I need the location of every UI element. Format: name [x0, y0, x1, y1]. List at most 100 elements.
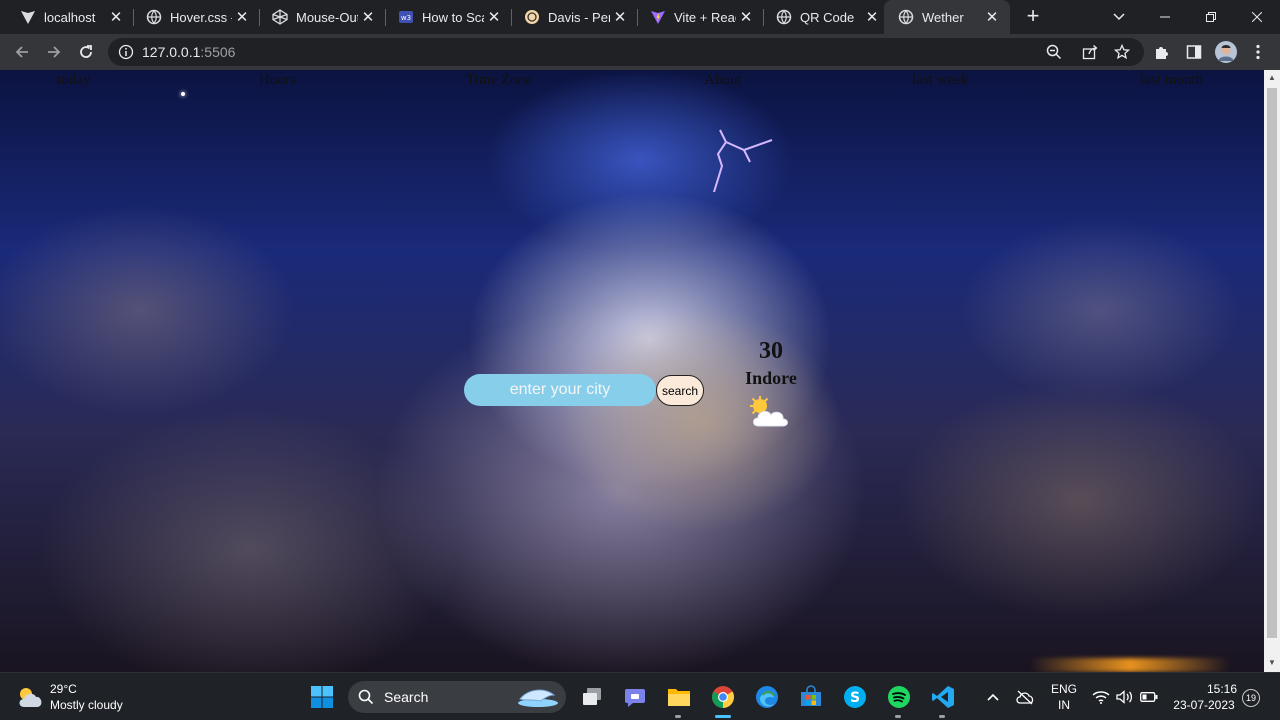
- taskbar-search-label: Search: [384, 689, 429, 705]
- city-lights-glow: [1030, 658, 1230, 672]
- side-panel-icon[interactable]: [1182, 40, 1206, 64]
- spotify-icon[interactable]: [885, 683, 913, 711]
- reload-button[interactable]: [74, 40, 98, 64]
- windows-start-icon[interactable]: [308, 683, 336, 711]
- tab-title: Vite + Reac: [674, 9, 736, 25]
- search-button[interactable]: search: [656, 375, 704, 406]
- file-explorer-icon[interactable]: [665, 683, 693, 711]
- tab-title: Mouse-Out: [296, 9, 358, 25]
- browser-tab-strip: localhost ✕ Hover.css - ✕ Mouse-Out ✕ w3…: [0, 0, 1280, 34]
- new-tab-button[interactable]: +: [1022, 5, 1044, 28]
- tab-localhost[interactable]: localhost ✕: [0, 0, 134, 34]
- nav-link-last-week[interactable]: last week: [912, 72, 968, 89]
- vite-icon: [20, 9, 36, 25]
- close-tab-icon[interactable]: ✕: [982, 8, 1002, 26]
- extensions-puzzle-icon[interactable]: [1150, 40, 1174, 64]
- taskbar-weather-temp: 29°C: [50, 682, 77, 696]
- task-view-icon[interactable]: [578, 683, 606, 711]
- show-hidden-icons-chevron-icon[interactable]: [980, 683, 1006, 711]
- back-button[interactable]: [10, 40, 34, 64]
- close-tab-icon[interactable]: ✕: [610, 8, 630, 26]
- close-tab-icon[interactable]: ✕: [358, 8, 378, 26]
- bookmark-star-icon[interactable]: [1113, 43, 1131, 65]
- address-bar[interactable]: 127.0.0.1:5506: [108, 38, 1144, 66]
- info-icon[interactable]: [118, 44, 134, 65]
- close-tab-icon[interactable]: ✕: [484, 8, 504, 26]
- scroll-up-arrow-icon[interactable]: ▲: [1264, 73, 1280, 82]
- scroll-down-arrow-icon[interactable]: ▼: [1264, 658, 1280, 667]
- tab-search-chevron-icon[interactable]: [1097, 0, 1141, 34]
- tab-how-to-scale[interactable]: w3 How to Sca ✕: [378, 0, 512, 34]
- restore-button[interactable]: [1189, 0, 1233, 34]
- edge-icon[interactable]: [753, 683, 781, 711]
- tab-title: QR Code: [800, 9, 855, 25]
- tab-title: Davis - Pers: [548, 9, 610, 25]
- top-nav: today Hours Time Zone About last week la…: [0, 70, 1264, 92]
- microsoft-store-icon[interactable]: [797, 683, 825, 711]
- close-tab-icon[interactable]: ✕: [736, 8, 756, 26]
- profile-avatar[interactable]: [1214, 40, 1238, 64]
- page-scrollbar[interactable]: ▲ ▼: [1264, 70, 1280, 672]
- globe-icon: [146, 9, 162, 25]
- nav-link-about[interactable]: About: [704, 72, 742, 89]
- tab-mouse-out[interactable]: Mouse-Out ✕: [252, 0, 386, 34]
- tab-davis-portfolio[interactable]: Davis - Pers ✕: [504, 0, 638, 34]
- tab-title: Wether: [922, 9, 964, 25]
- svg-text:w3: w3: [401, 14, 411, 22]
- search-icon: [358, 689, 374, 710]
- scrollbar-thumb[interactable]: [1267, 88, 1277, 638]
- wifi-icon[interactable]: [1090, 683, 1112, 711]
- close-tab-icon[interactable]: ✕: [232, 8, 252, 26]
- cloudy-weather-icon: [19, 688, 42, 707]
- w3-icon: w3: [398, 9, 414, 25]
- close-tab-icon[interactable]: ✕: [106, 8, 126, 26]
- language-line-1: ENG: [1050, 682, 1077, 696]
- browser-toolbar: 127.0.0.1:5506: [0, 34, 1280, 70]
- chrome-icon[interactable]: [709, 683, 737, 711]
- vscode-icon[interactable]: [929, 683, 957, 711]
- tab-title: How to Sca: [422, 9, 484, 25]
- clock-time: 15:16: [1206, 682, 1237, 696]
- taskbar-weather-desc: Mostly cloudy: [50, 698, 123, 712]
- clock[interactable]: 15:16 23-07-2023: [1168, 681, 1240, 713]
- nav-link-last-month[interactable]: last month: [1140, 72, 1203, 89]
- menu-kebab-icon[interactable]: [1246, 40, 1270, 64]
- url-port: :5506: [200, 44, 236, 60]
- vite-icon: [650, 9, 666, 25]
- weather-page: today Hours Time Zone About last week la…: [0, 70, 1264, 672]
- tab-title: localhost: [44, 9, 96, 25]
- nav-link-time-zone[interactable]: Time Zone: [466, 72, 532, 89]
- share-icon[interactable]: [1082, 44, 1098, 65]
- battery-icon[interactable]: [1138, 683, 1160, 711]
- codepen-icon: [272, 9, 288, 25]
- language-indicator[interactable]: ENG IN: [1046, 681, 1082, 713]
- volume-icon[interactable]: [1114, 683, 1136, 711]
- url-host: 127.0.0.1: [142, 44, 201, 60]
- url-text: 127.0.0.1:5506: [142, 44, 235, 60]
- windows-taskbar: 29°C Mostly cloudy Search S ENG IN 15:16…: [0, 672, 1280, 720]
- forward-button[interactable]: [42, 40, 66, 64]
- city-search-input[interactable]: [464, 374, 656, 406]
- language-line-2: IN: [1058, 698, 1070, 712]
- background-star: [181, 92, 185, 96]
- tab-title: Hover.css -: [170, 9, 232, 25]
- nav-link-hours[interactable]: Hours: [259, 72, 296, 89]
- globe-icon: [776, 9, 792, 25]
- tab-wether[interactable]: Wether ✕: [884, 0, 1010, 34]
- zoom-icon[interactable]: [1046, 44, 1062, 65]
- skype-icon[interactable]: S: [841, 683, 869, 711]
- notification-badge[interactable]: 19: [1242, 689, 1260, 707]
- cloud-sync-off-icon[interactable]: [1012, 683, 1038, 711]
- svg-text:S: S: [850, 690, 860, 706]
- taskbar-weather-widget[interactable]: 29°C Mostly cloudy: [16, 681, 123, 713]
- tab-qr-code[interactable]: QR Code ✕: [756, 0, 890, 34]
- nav-link-today[interactable]: today: [57, 72, 90, 89]
- minimize-button[interactable]: [1143, 0, 1187, 34]
- tab-vite-react[interactable]: Vite + Reac ✕: [630, 0, 764, 34]
- taskbar-search-box[interactable]: Search: [348, 681, 566, 713]
- close-window-button[interactable]: [1235, 0, 1279, 34]
- tab-hover-css[interactable]: Hover.css - ✕: [126, 0, 260, 34]
- close-tab-icon[interactable]: ✕: [862, 8, 882, 26]
- city-name: Indore: [745, 368, 797, 388]
- teams-chat-icon[interactable]: [621, 683, 649, 711]
